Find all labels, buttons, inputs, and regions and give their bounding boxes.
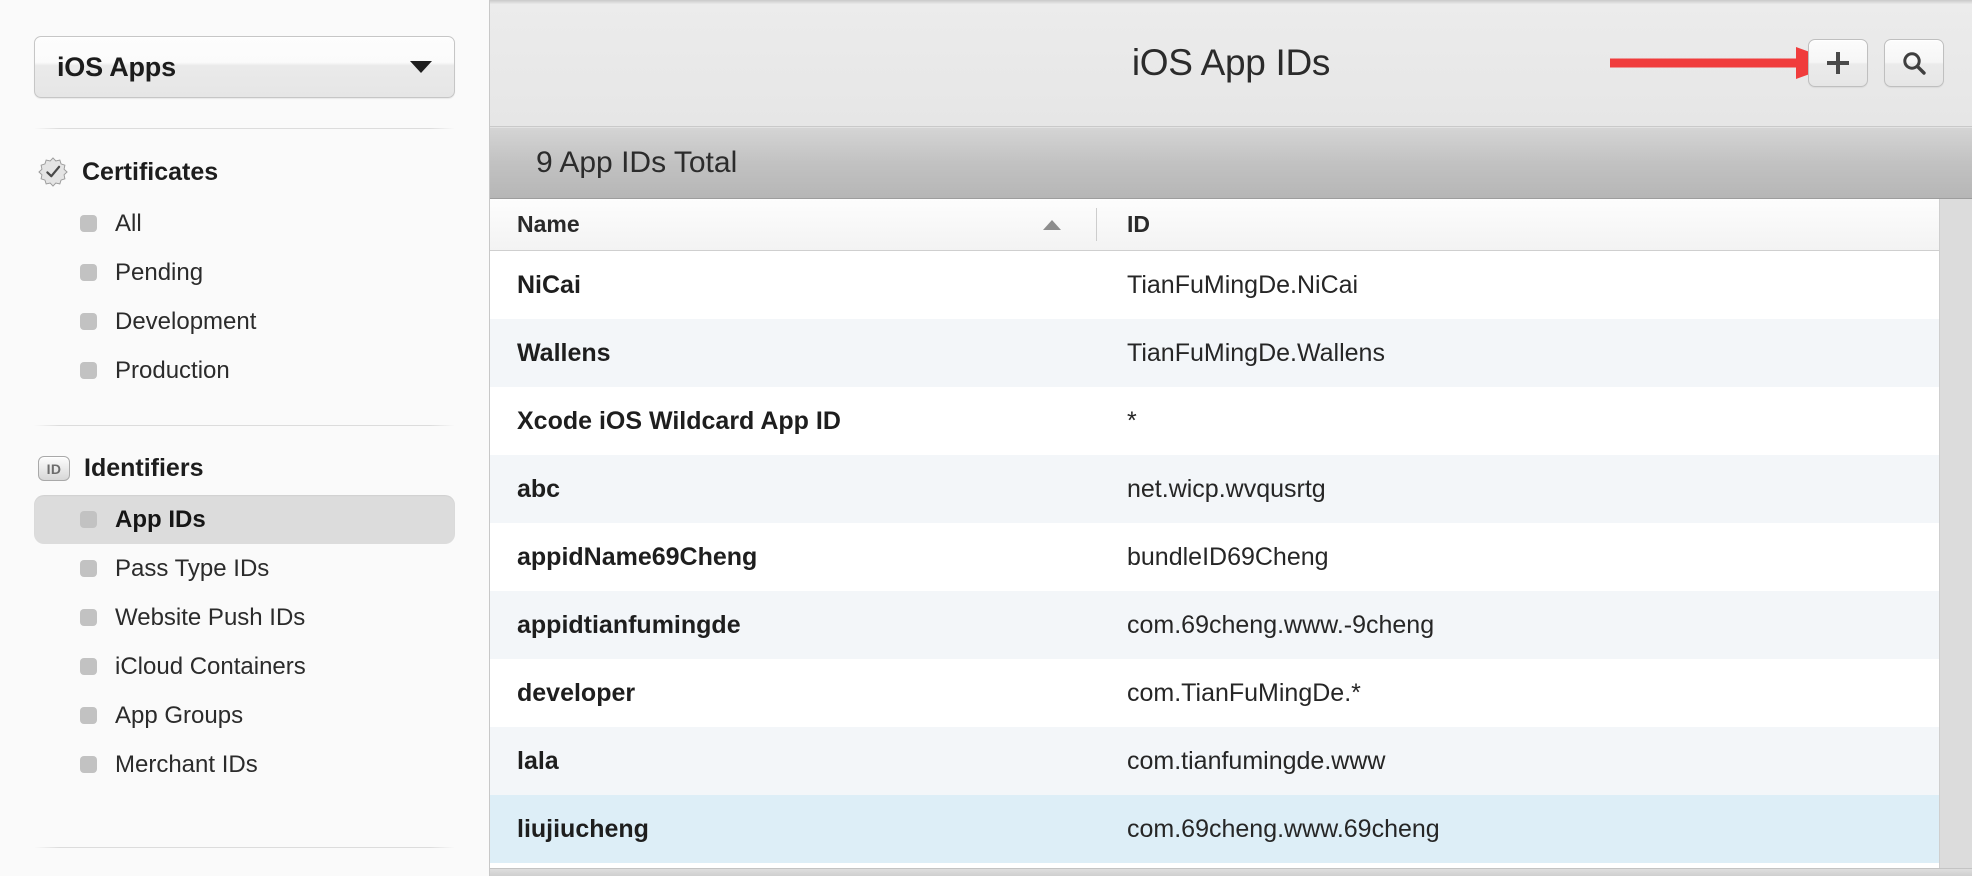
bullet-icon: [80, 362, 97, 379]
cell-id: com.69cheng.www.-9cheng: [1127, 610, 1435, 639]
bullet-icon: [80, 511, 97, 528]
cell-name: abc: [517, 474, 561, 503]
cell-name: developer: [517, 678, 636, 707]
table-row[interactable]: Xcode iOS Wildcard App ID *: [490, 387, 1972, 455]
table-row[interactable]: appidtianfumingde com.69cheng.www.-9chen…: [490, 591, 1972, 659]
sidebar-item-label: Website Push IDs: [115, 603, 306, 631]
bullet-icon: [80, 707, 97, 724]
chevron-down-icon: [410, 61, 432, 73]
bullet-icon: [80, 313, 97, 330]
sidebar-group-header-certificates[interactable]: Certificates: [34, 151, 455, 193]
team-popup-label: iOS Apps: [57, 51, 176, 82]
count-label: 9 App IDs Total: [536, 145, 738, 179]
table-row[interactable]: appidName69Cheng bundleID69Cheng: [490, 523, 1972, 591]
sidebar-divider-top: [34, 128, 455, 129]
sidebar-group-certificates: Certificates All Pending Development Pro…: [34, 151, 455, 395]
sidebar-item-website-push-ids[interactable]: Website Push IDs: [34, 593, 455, 642]
sidebar-item-merchant-ids[interactable]: Merchant IDs: [34, 740, 455, 789]
horizontal-scrollbar[interactable]: [490, 868, 1972, 876]
count-bar: 9 App IDs Total: [490, 127, 1972, 199]
column-header-id-label: ID: [1127, 211, 1150, 237]
certificate-seal-icon: [38, 157, 68, 187]
table-row[interactable]: developer com.TianFuMingDe.*: [490, 659, 1972, 727]
sidebar-item-all[interactable]: All: [34, 199, 455, 248]
triangle-up-icon: [1043, 219, 1061, 230]
cell-id: TianFuMingDe.Wallens: [1127, 338, 1385, 367]
sidebar-nav-certificates: All Pending Development Production: [34, 199, 455, 395]
cell-id: *: [1127, 406, 1137, 435]
sidebar-item-label: Production: [115, 356, 230, 384]
table-body: NiCai TianFuMingDe.NiCai Wallens TianFuM…: [490, 251, 1972, 876]
bullet-icon: [80, 609, 97, 626]
bullet-icon: [80, 658, 97, 675]
cell-name: NiCai: [517, 270, 581, 299]
search-button[interactable]: [1884, 39, 1944, 87]
column-header-id[interactable]: ID: [1097, 199, 1972, 250]
vertical-scrollbar[interactable]: [1939, 199, 1972, 876]
table-header-row: Name ID: [490, 199, 1972, 251]
add-app-id-button[interactable]: [1808, 39, 1868, 87]
bullet-icon: [80, 560, 97, 577]
table-row[interactable]: Wallens TianFuMingDe.Wallens: [490, 319, 1972, 387]
sidebar-item-pass-type-ids[interactable]: Pass Type IDs: [34, 544, 455, 593]
cell-id: TianFuMingDe.NiCai: [1127, 270, 1359, 299]
app-window: iOS Apps Certificates All Pending Develo…: [0, 0, 1972, 876]
sidebar-item-label: Pending: [115, 258, 204, 286]
sidebar-item-label: App Groups: [115, 701, 244, 729]
id-badge-icon: ID: [38, 456, 70, 481]
sidebar-item-production[interactable]: Production: [34, 346, 455, 395]
cell-id: bundleID69Cheng: [1127, 542, 1329, 571]
sidebar-item-label: Merchant IDs: [115, 750, 258, 778]
sidebar-divider-bottom: [34, 847, 455, 848]
plus-icon: [1827, 52, 1849, 74]
cell-name: appidName69Cheng: [517, 542, 758, 571]
cell-id: net.wicp.wvqusrtg: [1127, 474, 1326, 503]
sidebar-item-app-groups[interactable]: App Groups: [34, 691, 455, 740]
sidebar-item-label: Pass Type IDs: [115, 554, 270, 582]
search-icon: [1903, 52, 1926, 75]
cell-name: liujiucheng: [517, 814, 649, 843]
sidebar-nav-identifiers: App IDs Pass Type IDs Website Push IDs i…: [34, 495, 455, 789]
bullet-icon: [80, 215, 97, 232]
table-row[interactable]: liujiucheng com.69cheng.www.69cheng: [490, 795, 1972, 863]
cell-name: appidtianfumingde: [517, 610, 741, 639]
cell-name: lala: [517, 746, 559, 775]
sidebar-group-title-identifiers: Identifiers: [84, 454, 204, 482]
sidebar-item-development[interactable]: Development: [34, 297, 455, 346]
page-title: iOS App IDs: [1131, 42, 1331, 83]
bullet-icon: [80, 756, 97, 773]
sidebar-item-icloud-containers[interactable]: iCloud Containers: [34, 642, 455, 691]
sidebar-group-identifiers: ID Identifiers App IDs Pass Type IDs Web…: [34, 448, 455, 789]
team-popup-button[interactable]: iOS Apps: [34, 36, 455, 98]
table-row[interactable]: NiCai TianFuMingDe.NiCai: [490, 251, 1972, 319]
page-header: iOS App IDs: [490, 0, 1972, 127]
sidebar-item-pending[interactable]: Pending: [34, 248, 455, 297]
sidebar: iOS Apps Certificates All Pending Develo…: [0, 0, 490, 876]
sidebar-item-label: App IDs: [115, 505, 206, 533]
sidebar-item-label: Development: [115, 307, 257, 335]
sidebar-item-app-ids[interactable]: App IDs: [34, 495, 455, 544]
sidebar-group-header-identifiers[interactable]: ID Identifiers: [34, 448, 455, 489]
sidebar-group-title-certificates: Certificates: [82, 157, 219, 186]
cell-id: com.TianFuMingDe.*: [1127, 678, 1361, 707]
header-actions: [1808, 39, 1944, 87]
bullet-icon: [80, 264, 97, 281]
column-header-name-label: Name: [517, 211, 580, 237]
cell-id: com.69cheng.www.69cheng: [1127, 814, 1440, 843]
cell-id: com.tianfumingde.www: [1127, 746, 1386, 775]
main-panel: iOS App IDs 9 App IDs Total Name ID NiCa…: [490, 0, 1972, 876]
cell-name: Wallens: [517, 338, 611, 367]
table-row[interactable]: lala com.tianfumingde.www: [490, 727, 1972, 795]
app-ids-table: Name ID NiCai TianFuMingDe.NiCai Wallens…: [490, 199, 1972, 876]
sidebar-item-label: iCloud Containers: [115, 652, 306, 680]
column-header-name[interactable]: Name: [490, 199, 1097, 250]
sidebar-item-label: All: [115, 209, 142, 237]
sidebar-divider-middle: [34, 425, 455, 426]
table-row[interactable]: abc net.wicp.wvqusrtg: [490, 455, 1972, 523]
cell-name: Xcode iOS Wildcard App ID: [517, 406, 841, 435]
